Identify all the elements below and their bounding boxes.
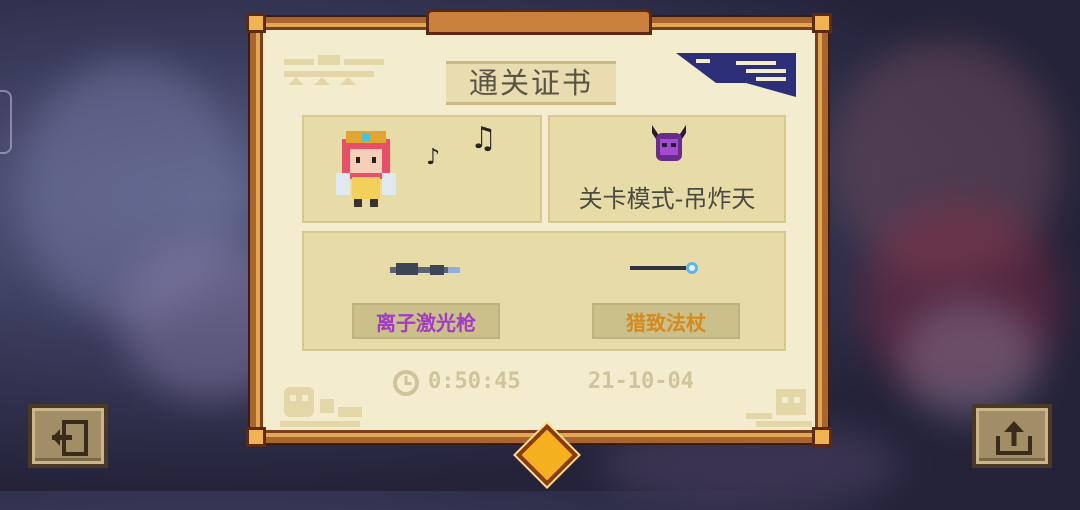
hero-character-icon [336, 131, 396, 207]
demon-helmet-icon [652, 125, 686, 161]
staff-icon [630, 262, 698, 274]
music-note-icon: ♫ [470, 121, 497, 156]
certificate-title: 通关证书 [446, 61, 616, 105]
frame-corner [246, 427, 266, 447]
frame-corner [812, 13, 832, 33]
mode-panel: 关卡模式-吊炸天 [548, 115, 786, 223]
frame-crest [426, 9, 652, 35]
gem-ornament-icon [515, 423, 579, 487]
share-button[interactable] [972, 404, 1052, 468]
skull-decoration-icon [280, 387, 362, 427]
mode-label: 关卡模式-吊炸天 [578, 185, 756, 213]
clear-date: 21-10-04 [588, 369, 694, 394]
weapon-name-2: 猎致法杖 [592, 303, 740, 339]
laser-gun-icon [390, 263, 460, 275]
side-tab [0, 90, 12, 154]
banner-flag-icon [676, 53, 796, 97]
frame-corner [246, 13, 266, 33]
hero-panel: ♪ ♫ [302, 115, 542, 223]
weapon-name-1: 离子激光枪 [352, 303, 500, 339]
exit-door-icon [52, 420, 88, 456]
decorative-pattern [284, 55, 384, 85]
weapons-panel: 离子激光枪 猎致法杖 [302, 231, 786, 351]
exit-button[interactable] [28, 404, 108, 468]
clear-certificate: 通关证书 ♪ ♫ 关卡模式-吊炸天 离子激光枪 猎致法杖 0:50:45 21-… [246, 9, 832, 487]
music-note-icon: ♪ [426, 145, 441, 170]
clock-icon [393, 370, 419, 396]
robot-decoration-icon [746, 389, 812, 427]
clear-time: 0:50:45 [428, 369, 521, 394]
share-upload-icon [996, 421, 1032, 455]
